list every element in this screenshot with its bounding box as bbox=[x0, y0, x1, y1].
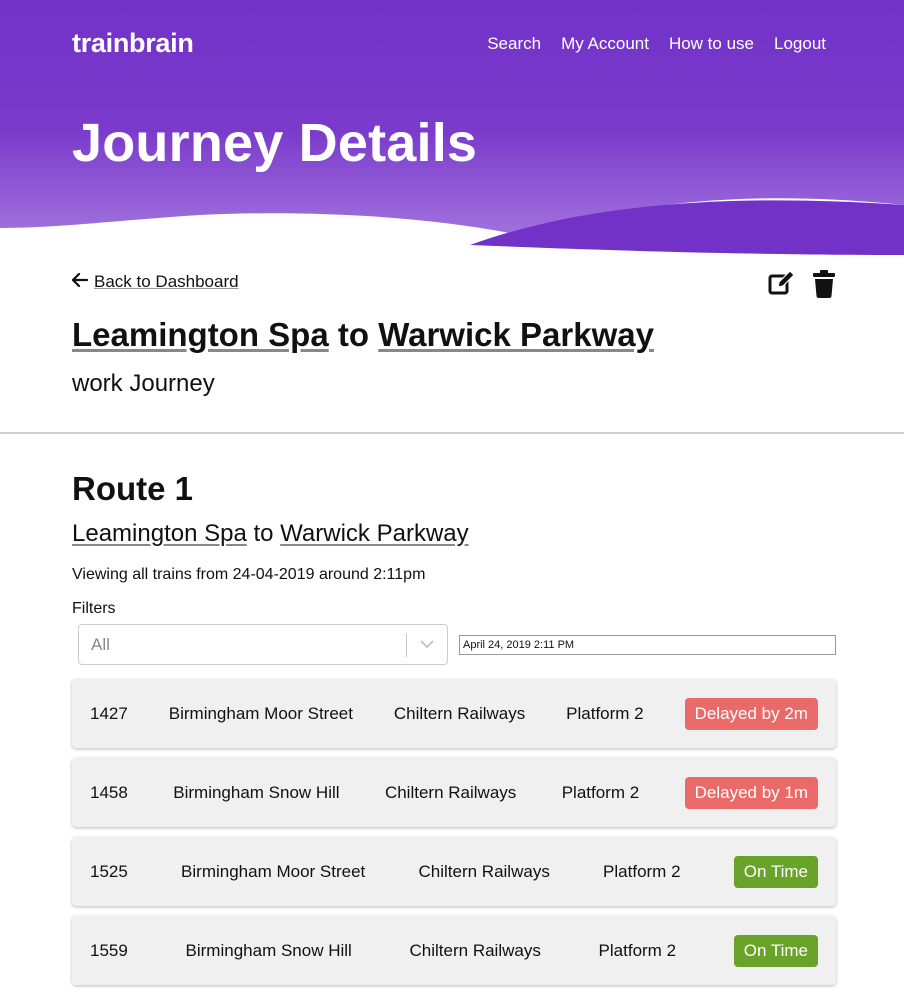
nav-how-to-use[interactable]: How to use bbox=[669, 34, 754, 54]
journey-from-station[interactable]: Leamington Spa bbox=[72, 316, 329, 353]
brand-logo[interactable]: trainbrain bbox=[72, 28, 194, 59]
journey-title: Leamington Spa to Warwick Parkway bbox=[72, 316, 654, 354]
nav-logout[interactable]: Logout bbox=[774, 34, 826, 54]
train-time: 1458 bbox=[90, 782, 128, 802]
train-time: 1427 bbox=[90, 703, 128, 723]
journey-connector: to bbox=[337, 316, 370, 353]
filter-select-value: All bbox=[91, 635, 110, 654]
status-badge: On Time bbox=[733, 934, 818, 967]
journey-actions bbox=[768, 270, 836, 303]
route-from-station[interactable]: Leamington Spa bbox=[72, 520, 247, 547]
route-connector: to bbox=[253, 520, 274, 547]
train-row[interactable]: 1525 Birmingham Moor Street Chiltern Rai… bbox=[72, 837, 836, 906]
nav-search[interactable]: Search bbox=[487, 34, 541, 54]
status-badge: Delayed by 1m bbox=[684, 776, 818, 809]
train-platform: Platform 2 bbox=[566, 703, 644, 723]
edit-icon[interactable] bbox=[768, 270, 796, 303]
chevron-down-icon[interactable] bbox=[419, 636, 435, 657]
train-platform: Platform 2 bbox=[603, 861, 681, 881]
nav-my-account[interactable]: My Account bbox=[561, 34, 649, 54]
train-operator: Chiltern Railways bbox=[409, 940, 541, 960]
status-badge: On Time bbox=[733, 855, 818, 888]
status-badge: Delayed by 2m bbox=[684, 697, 818, 730]
filters-label: Filters bbox=[72, 600, 116, 617]
journey-subtitle: work Journey bbox=[72, 370, 215, 397]
train-operator: Chiltern Railways bbox=[418, 861, 550, 881]
trash-icon[interactable] bbox=[812, 270, 836, 303]
header-hero: trainbrain Search My Account How to use … bbox=[0, 0, 904, 262]
train-destination: Birmingham Moor Street bbox=[168, 703, 353, 723]
viewing-text: Viewing all trains from 24-04-2019 aroun… bbox=[72, 566, 426, 583]
top-nav: Search My Account How to use Logout bbox=[487, 34, 826, 54]
journey-to-station[interactable]: Warwick Parkway bbox=[378, 316, 654, 353]
route-to-station[interactable]: Warwick Parkway bbox=[280, 520, 468, 547]
train-platform: Platform 2 bbox=[598, 940, 677, 960]
train-operator: Chiltern Railways bbox=[393, 703, 526, 723]
select-separator bbox=[406, 633, 407, 657]
back-link-label: Back to Dashboard bbox=[94, 272, 239, 291]
train-row[interactable]: 1427 Birmingham Moor Street Chiltern Rai… bbox=[72, 679, 836, 748]
route-title: Route 1 bbox=[72, 470, 194, 507]
page-title: Journey Details bbox=[72, 113, 478, 173]
back-to-dashboard-link[interactable]: Back to Dashboard bbox=[71, 272, 239, 292]
train-destination: Birmingham Snow Hill bbox=[185, 940, 352, 960]
train-time: 1525 bbox=[90, 861, 128, 881]
train-destination: Birmingham Moor Street bbox=[181, 861, 366, 881]
route-stations: Leamington Spa to Warwick Parkway bbox=[72, 520, 469, 548]
arrow-left-icon bbox=[71, 272, 89, 292]
section-divider bbox=[0, 432, 904, 434]
filter-select[interactable]: All bbox=[78, 624, 448, 665]
train-time: 1559 bbox=[90, 940, 128, 960]
train-platform: Platform 2 bbox=[561, 782, 640, 802]
train-destination: Birmingham Snow Hill bbox=[173, 782, 340, 802]
datetime-input[interactable]: April 24, 2019 2:11 PM bbox=[459, 635, 836, 655]
train-row[interactable]: 1458 Birmingham Snow Hill Chiltern Railw… bbox=[72, 758, 836, 827]
train-operator: Chiltern Railways bbox=[384, 782, 517, 802]
train-list: 1427 Birmingham Moor Street Chiltern Rai… bbox=[72, 679, 836, 995]
train-row[interactable]: 1559 Birmingham Snow Hill Chiltern Railw… bbox=[72, 916, 836, 985]
